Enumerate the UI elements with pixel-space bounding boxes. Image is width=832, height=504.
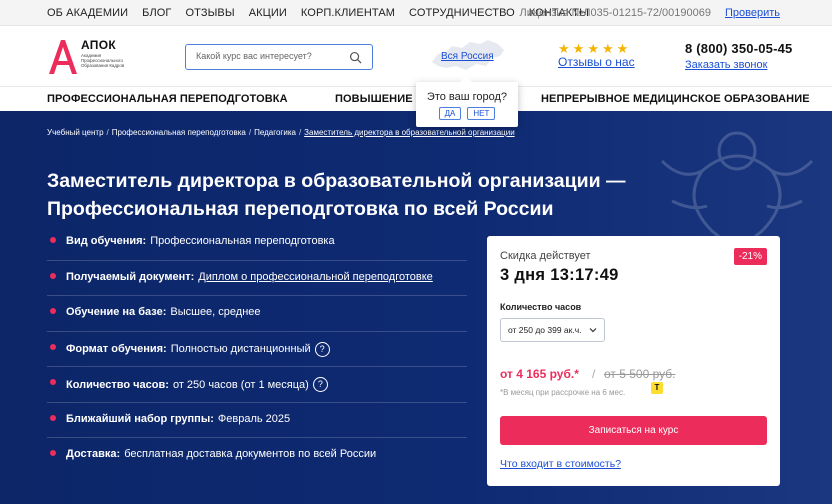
whats-included-link[interactable]: Что входит в стоимость? (500, 458, 621, 470)
hours-select[interactable]: от 250 до 399 ак.ч. (500, 318, 605, 342)
feature-value: от 250 часов (от 1 месяца) (172, 378, 309, 391)
bullet-icon (50, 450, 56, 456)
request-callback-link[interactable]: Заказать звонок (685, 59, 767, 71)
feature-item: Обучение на базе: Высшее, среднее (47, 296, 467, 332)
verify-license-link[interactable]: Проверить (725, 7, 780, 19)
top-nav-reviews[interactable]: ОТЗЫВЫ (186, 7, 235, 19)
bullet-icon (50, 379, 56, 385)
license-info: Лицензия №Л035-01215-72/00190069 Провери… (520, 7, 780, 19)
discount-badge: -21% (733, 248, 767, 265)
search-icon[interactable] (349, 51, 362, 64)
feature-label: Количество часов: (66, 378, 169, 391)
nav-continuous-medical-education[interactable]: НЕПРЕРЫВНОЕ МЕДИЦИНСКОЕ ОБРАЗОВАНИЕ (541, 93, 810, 105)
rating-stars: ★ ★ ★ ★ ★ (558, 41, 629, 56)
feature-label: Ближайший набор группы: (66, 412, 214, 425)
enroll-button[interactable]: Записаться на курс (500, 416, 767, 445)
feature-label: Получаемый документ: (66, 270, 195, 283)
nav-professional-retraining[interactable]: ПРОФЕССИОНАЛЬНАЯ ПЕРЕПОДГОТОВКА (47, 93, 288, 105)
feature-value: Высшее, среднее (170, 306, 261, 318)
top-nav-blog[interactable]: БЛОГ (142, 7, 171, 19)
logo-mark-icon (47, 38, 79, 76)
top-nav-partnership[interactable]: СОТРУДНИЧЕСТВО (409, 7, 515, 19)
feature-label: Обучение на базе: (66, 306, 167, 318)
bullet-icon (50, 414, 56, 421)
bullet-icon (50, 308, 56, 314)
feature-value: Профессиональная переподготовка (150, 235, 335, 247)
phone-number[interactable]: 8 (800) 350-05-45 (685, 41, 792, 56)
reviews-link[interactable]: Отзывы о нас (558, 55, 635, 69)
bullet-icon (50, 272, 56, 279)
top-nav-promos[interactable]: АКЦИИ (249, 7, 287, 19)
search-box[interactable] (185, 44, 373, 70)
breadcrumb-separator: / (298, 128, 302, 137)
feature-item: Количество часов: от 250 часов (от 1 меся… (47, 367, 467, 403)
top-nav: ОБ АКАДЕМИИ БЛОГ ОТЗЫВЫ АКЦИИ КОРП.КЛИЕН… (47, 7, 589, 19)
city-selector-link[interactable]: Вся Россия (441, 51, 494, 62)
feature-label: Формат обучения: (66, 343, 167, 355)
star-icon: ★ (616, 41, 629, 56)
search-input[interactable] (196, 51, 346, 61)
page-title: Заместитель директора в образовательной … (47, 170, 626, 220)
city-confirm-yes-button[interactable]: ДА (438, 107, 462, 120)
feature-label: Вид обучения: (66, 235, 147, 247)
star-icon: ★ (572, 41, 585, 56)
breadcrumb-home[interactable]: Учебный центр (47, 128, 104, 137)
price-separator: / (592, 367, 596, 381)
feature-label: Доставка: (66, 448, 121, 460)
feature-value: Февраль 2025 (217, 412, 291, 425)
hours-label: Количество часов (500, 302, 582, 312)
star-icon: ★ (587, 41, 599, 56)
feature-item: Получаемый документ: Диплом о профессиона… (47, 261, 467, 296)
logo-title: АПОК (81, 38, 116, 52)
bullet-icon (50, 237, 56, 243)
top-nav-corporate[interactable]: КОРП.КЛИЕНТАМ (301, 7, 395, 19)
logo-subtitle: Академия Профессионального Образования К… (81, 53, 125, 68)
logo-text: АПОК Академия Профессионального Образова… (81, 38, 143, 68)
feature-value: Полностью дистанционный (170, 343, 311, 355)
star-icon: ★ (601, 41, 614, 56)
bullet-icon (50, 343, 56, 350)
city-confirm-question: Это ваш город? (426, 91, 508, 103)
star-icon: ★ (558, 41, 570, 56)
city-confirm-buttons: ДА НЕТ (416, 107, 518, 120)
feature-item: Вид обучения: Профессиональная переподгот… (47, 225, 467, 261)
city-confirm-popup: Это ваш город? ДА НЕТ (416, 76, 518, 127)
logo[interactable]: АПОК Академия Профессионального Образова… (47, 38, 143, 76)
breadcrumb-pedagogy[interactable]: Педагогика (254, 128, 296, 137)
top-bar: ОБ АКАДЕМИИ БЛОГ ОТЗЫВЫ АКЦИИ КОРП.КЛИЕН… (0, 0, 832, 26)
price-card: Скидка действует 3 дня 13:17:49 -21% Кол… (487, 236, 780, 486)
breadcrumb-separator: / (106, 128, 109, 137)
course-hero: Учебный центр / Профессиональная переподго… (0, 111, 832, 504)
breadcrumb: Учебный центр / Профессиональная переподго… (47, 128, 515, 137)
discount-timer-label: Скидка действует (500, 250, 591, 262)
discount-countdown: 3 дня 13:17:49 (500, 266, 619, 284)
license-number: Лицензия №Л035-01215-72/00190069 (519, 7, 711, 19)
help-question-icon[interactable]: ? (312, 377, 328, 392)
feature-item: Формат обучения: Полностью дистанционный? (47, 332, 467, 367)
top-nav-about[interactable]: ОБ АКАДЕМИИ (47, 7, 128, 19)
feature-item: Доставка: бесплатная доставка документов … (47, 438, 467, 474)
nav-qualification-upgrade[interactable]: ПОВЫШЕНИЕ К (335, 93, 423, 105)
hours-select-value: от 250 до 399 ак.ч. (508, 325, 582, 335)
feature-item: Ближайший набор группы: Февраль 2025 (47, 403, 467, 438)
help-question-icon[interactable]: ? (314, 341, 330, 357)
installment-note: *В месяц при рассрочке на 6 мес. (500, 388, 626, 397)
feature-value: бесплатная доставка документов по всей Р… (124, 448, 377, 460)
old-price: от 5 500 руб. (604, 367, 676, 381)
city-confirm-no-button[interactable]: НЕТ (467, 107, 496, 120)
diploma-link[interactable]: Диплом о профессиональной переподготовке (198, 271, 433, 283)
breadcrumb-retraining[interactable]: Профессиональная переподготовка (112, 128, 246, 137)
bank-logo-icon: Т (651, 382, 663, 394)
site-header: АПОК Академия Профессионального Образова… (0, 26, 832, 86)
current-price: от 4 165 руб.* (500, 367, 579, 381)
chevron-down-icon (589, 328, 597, 333)
breadcrumb-current[interactable]: Заместитель директора в образовательной … (304, 128, 515, 137)
breadcrumb-separator: / (248, 128, 252, 137)
course-features-list: Вид обучения: Профессиональная переподгот… (47, 225, 467, 474)
